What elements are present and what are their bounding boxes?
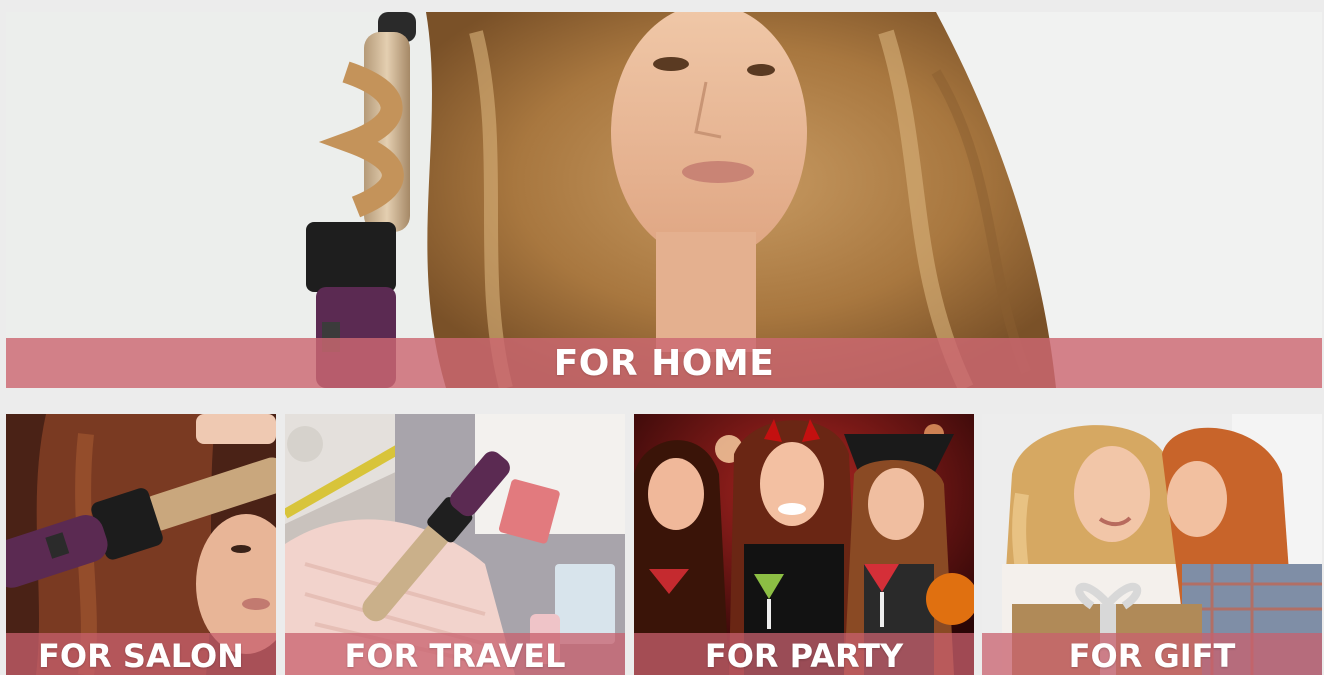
tile-gift-banner: FOR GIFT	[982, 633, 1322, 675]
tile-salon-label: FOR SALON	[38, 637, 244, 675]
tile-for-travel[interactable]: FOR TRAVEL	[285, 414, 625, 675]
product-usage-gallery: FOR HOME FOR SALON FOR TRAVEL FOR PARTY …	[0, 0, 1324, 675]
tile-for-party[interactable]: FOR PARTY	[634, 414, 974, 675]
tile-party-label: FOR PARTY	[704, 637, 904, 675]
hero-banner: FOR HOME	[6, 338, 1322, 388]
tile-party-banner: FOR PARTY	[634, 633, 974, 675]
tile-gift-label: FOR GIFT	[1068, 637, 1236, 675]
tile-travel-label: FOR TRAVEL	[344, 637, 566, 675]
hero-label: FOR HOME	[553, 342, 775, 384]
tile-for-gift[interactable]: FOR GIFT	[982, 414, 1322, 675]
tile-for-salon[interactable]: FOR SALON	[6, 414, 276, 675]
tile-travel-banner: FOR TRAVEL	[285, 633, 625, 675]
woman-curling-hair-photo-icon	[6, 12, 1322, 388]
hero-for-home[interactable]: FOR HOME	[6, 12, 1322, 388]
tile-salon-banner: FOR SALON	[6, 633, 276, 675]
